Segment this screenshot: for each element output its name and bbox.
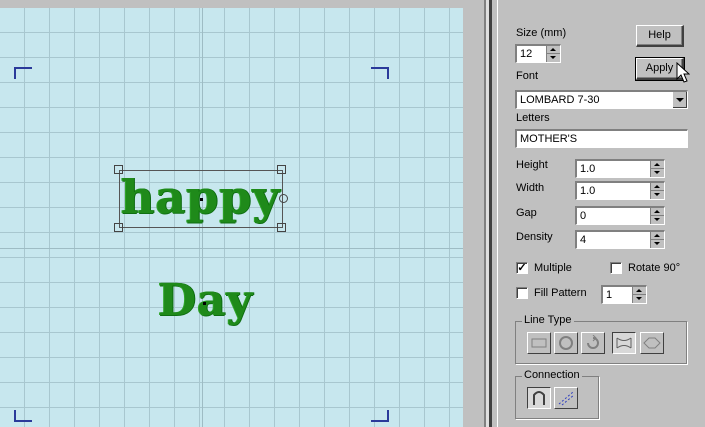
gap-spinner[interactable]: 0 [575,206,665,225]
size-value: 12 [520,48,533,60]
width-label: Width [516,182,545,194]
multiple-label: Multiple [534,262,572,274]
text-properties-panel: Size (mm) 12 Help Apply Font LOMBARD 7-3… [497,0,705,427]
fill-pattern-checkbox[interactable] [516,287,528,299]
resize-handle-bottom-right[interactable] [277,223,286,232]
fill-pattern-spinner[interactable]: 1 [601,285,647,304]
letters-input[interactable]: MOTHER'S [515,129,688,148]
size-spinner[interactable]: 12 [515,44,561,63]
size-spin-buttons[interactable] [546,46,560,62]
connection-title: Connection [522,369,582,381]
line-diamond-icon[interactable] [640,332,664,354]
rotate-handle[interactable] [279,194,288,203]
center-guide-horizontal [0,248,463,249]
resize-handle-top-right[interactable] [277,165,286,174]
width-spinner[interactable]: 1.0 [575,181,665,200]
rotate-90-label: Rotate 90° [628,262,681,274]
hoop-corner-top-left [14,67,32,79]
gap-label: Gap [516,207,537,219]
design-canvas[interactable]: happy Day [0,8,463,427]
size-label: Size (mm) [516,27,567,39]
height-label: Height [516,159,548,171]
rotate-90-checkbox[interactable] [610,262,622,274]
mouse-pointer-icon [676,62,690,83]
line-rotate-icon[interactable] [581,332,605,354]
fill-pattern-label: Fill Pattern [534,287,587,299]
hoop-corner-bottom-right [371,410,389,422]
line-arch-icon[interactable] [612,332,636,354]
line-type-group: Line Type [515,314,687,364]
line-circle-icon[interactable] [554,332,578,354]
line-type-title: Line Type [522,314,574,326]
hoop-corner-top-right [371,67,389,79]
gap-value: 0 [580,210,587,222]
line-flat-icon[interactable] [527,332,551,354]
embroidery-text-day[interactable]: Day [158,274,253,328]
font-value: LOMBARD 7-30 [520,94,600,106]
height-spinner[interactable]: 1.0 [575,159,665,178]
fill-pattern-value: 1 [606,289,613,301]
font-dropdown[interactable]: LOMBARD 7-30 [515,90,688,109]
resize-handle-top-left[interactable] [114,165,123,174]
letters-label: Letters [516,112,550,124]
grid-minor [12,8,13,427]
height-value: 1.0 [580,163,596,175]
font-label: Font [516,70,539,82]
fill-pattern-spin-buttons[interactable] [632,287,646,303]
selection-center-dot [200,198,203,201]
gap-spin-buttons[interactable] [650,208,664,224]
density-label: Density [516,231,553,243]
connection-loop-icon[interactable] [527,387,551,409]
hoop-corner-bottom-left [14,410,32,422]
width-value: 1.0 [580,185,596,197]
width-spin-buttons[interactable] [650,183,664,199]
day-center-dot [203,302,206,305]
chevron-down-icon[interactable] [672,92,687,108]
density-spinner[interactable]: 4 [575,230,665,249]
density-value: 4 [580,234,587,246]
height-spin-buttons[interactable] [650,161,664,177]
multiple-checkbox[interactable]: ✓ [516,262,528,274]
connection-group: Connection [515,369,599,419]
density-spin-buttons[interactable] [650,232,664,248]
help-button[interactable]: Help [636,25,684,47]
connection-diagonal-icon[interactable] [554,387,578,409]
panel-splitter[interactable] [463,0,493,427]
resize-handle-bottom-left[interactable] [114,223,123,232]
